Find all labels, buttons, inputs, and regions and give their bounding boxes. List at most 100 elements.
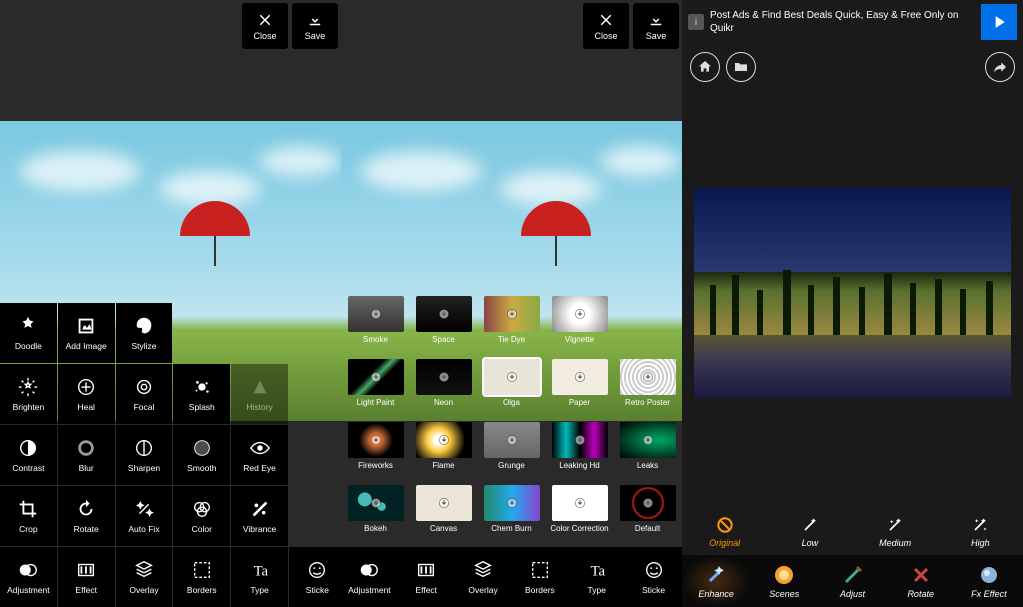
ad-text: Post Ads & Find Best Deals Quick, Easy &… bbox=[710, 9, 975, 35]
splash-tool[interactable]: Splash bbox=[173, 364, 230, 424]
rotate-tab[interactable]: Rotate bbox=[887, 555, 955, 607]
tool-label: Add Image bbox=[66, 341, 107, 351]
smoke-effect[interactable]: Smoke bbox=[344, 296, 408, 356]
right-topbar bbox=[682, 48, 1023, 86]
tiedye-effect[interactable]: Tie Dye bbox=[480, 296, 544, 356]
paper-effect[interactable]: Paper bbox=[548, 359, 612, 419]
adjustment-tool[interactable]: Adjustment bbox=[0, 547, 57, 607]
color-tool[interactable]: Color bbox=[173, 486, 230, 546]
bottom-toolbar: AdjustmentEffectOverlayBordersTaTypeStic… bbox=[341, 547, 682, 607]
left-panel: Close Save Doodle Add Image Stylize Brighte… bbox=[0, 0, 341, 607]
tool-label: Blur bbox=[79, 463, 94, 473]
chemburn-effect[interactable]: Chem Burn bbox=[480, 485, 544, 545]
ad-arrow-button[interactable] bbox=[981, 4, 1017, 40]
borders-tool[interactable]: Borders bbox=[511, 547, 568, 607]
sticker-tool[interactable]: Sticke bbox=[289, 547, 346, 607]
close-button[interactable]: Close bbox=[583, 3, 629, 49]
ad-banner[interactable]: i Post Ads & Find Best Deals Quick, Easy… bbox=[682, 0, 1023, 44]
leaks-effect[interactable]: Leaks bbox=[616, 422, 680, 482]
history-tool: History bbox=[231, 364, 288, 424]
type-tool[interactable]: TaType bbox=[568, 547, 625, 607]
overlay-tool[interactable]: Overlay bbox=[455, 547, 512, 607]
effect-grid: SmokeSpaceTie DyeVignette Light PaintNeon… bbox=[341, 294, 682, 547]
enhance-icon bbox=[704, 563, 728, 587]
tool-label: Sticke bbox=[306, 585, 329, 595]
middle-panel: Close Save SmokeSpaceTie DyeVignette Ligh… bbox=[341, 0, 682, 607]
close-button[interactable]: Close bbox=[242, 3, 288, 49]
enhance-tab[interactable]: Enhance bbox=[682, 555, 750, 607]
fxeffect-icon bbox=[977, 563, 1001, 587]
fxeffect-tab[interactable]: Fx Effect bbox=[955, 555, 1023, 607]
lightpaint-effect[interactable]: Light Paint bbox=[344, 359, 408, 419]
tool-label: Adjustment bbox=[7, 585, 50, 595]
open-folder-button[interactable] bbox=[726, 52, 756, 82]
adjustment-tool[interactable]: Adjustment bbox=[341, 547, 398, 607]
effect-tool[interactable]: Effect bbox=[58, 547, 115, 607]
contrast-tool[interactable]: Contrast bbox=[0, 425, 57, 485]
vignette-effect[interactable]: Vignette bbox=[548, 296, 612, 356]
tool-label: Splash bbox=[189, 402, 215, 412]
overlay-tool[interactable]: Overlay bbox=[116, 547, 173, 607]
tool-label: Brighten bbox=[13, 402, 45, 412]
adjust-tab[interactable]: Adjust bbox=[818, 555, 886, 607]
save-button[interactable]: Save bbox=[292, 3, 338, 49]
tool-label: Auto Fix bbox=[128, 524, 159, 534]
canvas-effect[interactable]: Canvas bbox=[412, 485, 476, 545]
vibrance-tool[interactable]: Vibrance bbox=[231, 486, 288, 546]
medium-intensity[interactable]: Medium bbox=[853, 508, 938, 555]
leakinghd-effect[interactable]: Leaking Hd bbox=[548, 422, 612, 482]
tool-label: History bbox=[246, 402, 272, 412]
tool-label: Rotate bbox=[74, 524, 99, 534]
heal-tool[interactable]: Heal bbox=[58, 364, 115, 424]
smooth-tool[interactable]: Smooth bbox=[173, 425, 230, 485]
fireworks-effect[interactable]: Fireworks bbox=[344, 422, 408, 482]
save-label: Save bbox=[305, 31, 326, 41]
svg-text:Ta: Ta bbox=[590, 564, 605, 580]
preview-image[interactable] bbox=[694, 188, 1011, 398]
doodle-tool[interactable]: Doodle bbox=[0, 303, 57, 363]
add-image-tool[interactable]: Add Image bbox=[58, 303, 115, 363]
bokeh-effect[interactable]: Bokeh bbox=[344, 485, 408, 545]
colorcorrection-effect[interactable]: Color Correction bbox=[548, 485, 612, 545]
stylize-tool[interactable]: Stylize bbox=[116, 303, 173, 363]
tool-label: Smooth bbox=[187, 463, 216, 473]
blur-tool[interactable]: Blur bbox=[58, 425, 115, 485]
tool-label: Borders bbox=[187, 585, 217, 595]
retroposter-effect[interactable]: Retro Poster bbox=[616, 359, 680, 419]
crop-tool[interactable]: Crop bbox=[0, 486, 57, 546]
umbrella-graphic bbox=[521, 201, 591, 251]
olga-effect[interactable]: Olga bbox=[480, 359, 544, 419]
save-button[interactable]: Save bbox=[633, 3, 679, 49]
high-intensity[interactable]: High bbox=[938, 508, 1023, 555]
autofix-tool[interactable]: Auto Fix bbox=[116, 486, 173, 546]
effect-tool[interactable]: Effect bbox=[398, 547, 455, 607]
default-effect[interactable]: Default bbox=[616, 485, 680, 545]
tool-label: Contrast bbox=[12, 463, 44, 473]
tool-label: Overlay bbox=[129, 585, 158, 595]
share-button[interactable] bbox=[985, 52, 1015, 82]
focal-tool[interactable]: Focal bbox=[116, 364, 173, 424]
redeye-tool[interactable]: Red Eye bbox=[231, 425, 288, 485]
flame-effect[interactable]: Flame bbox=[412, 422, 476, 482]
space-effect[interactable]: Space bbox=[412, 296, 476, 356]
borders-tool[interactable]: Borders bbox=[173, 547, 230, 607]
umbrella-graphic bbox=[180, 201, 250, 251]
svg-text:Ta: Ta bbox=[253, 564, 268, 580]
grunge-effect[interactable]: Grunge bbox=[480, 422, 544, 482]
close-label: Close bbox=[253, 31, 276, 41]
scenes-tab[interactable]: Scenes bbox=[750, 555, 818, 607]
tool-label: Effect bbox=[75, 585, 97, 595]
sticker-tool[interactable]: Sticke bbox=[625, 547, 682, 607]
low-intensity[interactable]: Low bbox=[767, 508, 852, 555]
rotate-tool[interactable]: Rotate bbox=[58, 486, 115, 546]
type-tool[interactable]: TaType bbox=[231, 547, 288, 607]
original-intensity[interactable]: Original bbox=[682, 508, 767, 555]
rotate-icon bbox=[909, 563, 933, 587]
neon-effect[interactable]: Neon bbox=[412, 359, 476, 419]
brighten-tool[interactable]: Brighten bbox=[0, 364, 57, 424]
home-button[interactable] bbox=[690, 52, 720, 82]
tool-label: Red Eye bbox=[243, 463, 276, 473]
sharpen-tool[interactable]: Sharpen bbox=[116, 425, 173, 485]
tool-label: Crop bbox=[19, 524, 37, 534]
tool-label: Doodle bbox=[15, 341, 42, 351]
